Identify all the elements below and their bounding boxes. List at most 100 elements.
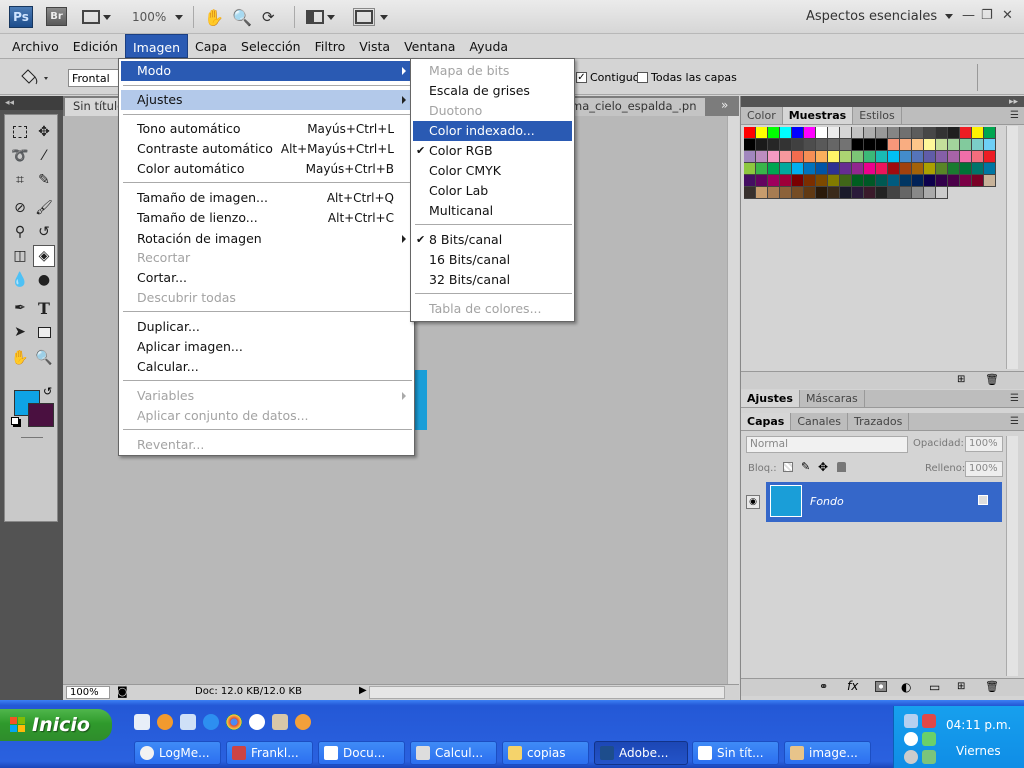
photoshop-logo[interactable]: Ps <box>9 6 33 28</box>
color-swatch[interactable] <box>852 187 864 199</box>
color-swatch[interactable] <box>804 163 816 175</box>
marquee-tool[interactable] <box>9 121 31 143</box>
pen-tool[interactable]: ✒ <box>9 297 31 319</box>
color-swatch[interactable] <box>744 151 756 163</box>
color-swatch[interactable] <box>912 127 924 139</box>
fill-field[interactable]: 100% <box>965 461 1003 477</box>
color-swatch[interactable] <box>840 151 852 163</box>
adjustment-layer-icon[interactable]: ◐ <box>901 680 911 694</box>
document-vertical-scrollbar[interactable] <box>727 116 739 684</box>
color-swatch[interactable] <box>744 163 756 175</box>
color-swatch[interactable] <box>756 151 768 163</box>
color-swatch[interactable] <box>804 139 816 151</box>
opacity-field[interactable]: 100% <box>965 436 1003 452</box>
color-swatch[interactable] <box>900 187 912 199</box>
blend-mode-select[interactable]: Normal <box>746 436 908 453</box>
color-swatch[interactable] <box>888 187 900 199</box>
color-swatch[interactable] <box>948 127 960 139</box>
panel-menu-icon[interactable]: ☰ <box>1010 416 1019 427</box>
color-swatch[interactable] <box>768 187 780 199</box>
clock-time[interactable]: 04:11 p.m. <box>946 718 1011 732</box>
mode-item-color-indexado[interactable]: Color indexado... <box>413 121 572 141</box>
color-swatch[interactable] <box>852 163 864 175</box>
color-swatch[interactable] <box>792 127 804 139</box>
color-swatch[interactable] <box>768 127 780 139</box>
menu-item-ajustes[interactable]: Ajustes <box>121 90 412 110</box>
tray-network-icon[interactable] <box>904 714 918 728</box>
color-swatch[interactable] <box>876 127 888 139</box>
color-swatch[interactable] <box>768 151 780 163</box>
menu-item-duplicar[interactable]: Duplicar... <box>121 317 412 337</box>
color-swatch[interactable] <box>960 139 972 151</box>
color-swatch[interactable] <box>984 163 996 175</box>
color-swatch[interactable] <box>780 163 792 175</box>
color-swatch[interactable] <box>792 187 804 199</box>
color-swatch[interactable] <box>900 151 912 163</box>
color-swatch[interactable] <box>972 163 984 175</box>
tools-panel-header[interactable]: ◂◂ <box>0 96 63 110</box>
color-swatch[interactable] <box>972 151 984 163</box>
menu-filtro[interactable]: Filtro <box>308 34 353 58</box>
color-swatch[interactable] <box>792 151 804 163</box>
color-swatch[interactable] <box>972 139 984 151</box>
crop-tool[interactable]: ⌗ <box>9 169 31 191</box>
swap-colors-icon[interactable]: ↺ <box>43 385 52 398</box>
color-swatch[interactable] <box>924 151 936 163</box>
color-swatch[interactable] <box>900 163 912 175</box>
color-swatch[interactable] <box>852 175 864 187</box>
magic-wand-tool[interactable]: ⁄ <box>33 145 55 167</box>
color-swatch[interactable] <box>744 187 756 199</box>
color-swatch[interactable] <box>888 127 900 139</box>
color-swatch[interactable] <box>744 127 756 139</box>
color-swatch[interactable] <box>876 139 888 151</box>
color-swatch[interactable] <box>876 175 888 187</box>
color-swatch[interactable] <box>828 187 840 199</box>
todas-las-capas-checkbox[interactable]: Todas las capas <box>637 71 737 84</box>
more-tabs-icon[interactable]: » <box>721 98 728 112</box>
color-swatch[interactable] <box>948 175 960 187</box>
color-swatch[interactable] <box>852 127 864 139</box>
color-swatch[interactable] <box>840 187 852 199</box>
color-swatch[interactable] <box>960 163 972 175</box>
minimize-icon[interactable]: — <box>962 8 975 23</box>
taskbar-item-docu[interactable]: Docu... <box>318 741 405 765</box>
menu-item-color-automatico[interactable]: Color automático Mayús+Ctrl+B <box>121 159 412 179</box>
color-swatch[interactable] <box>912 187 924 199</box>
color-swatch[interactable] <box>804 127 816 139</box>
menu-item-cortar[interactable]: Cortar... <box>121 268 412 288</box>
paint-bucket-tool[interactable]: ◈ <box>33 245 55 267</box>
color-swatch[interactable] <box>912 151 924 163</box>
color-swatch[interactable] <box>828 139 840 151</box>
color-swatch[interactable] <box>876 151 888 163</box>
taskbar-item-sin-titulo[interactable]: Sin tít... <box>692 741 779 765</box>
workspace-switcher[interactable]: Aspectos esenciales <box>806 9 954 24</box>
color-swatch[interactable] <box>804 151 816 163</box>
color-swatch[interactable] <box>816 163 828 175</box>
tab-ajustes[interactable]: Ajustes <box>741 390 800 407</box>
color-swatch[interactable] <box>804 175 816 187</box>
color-swatch[interactable] <box>936 139 948 151</box>
hand-tool[interactable]: ✋ <box>9 347 31 369</box>
quicklaunch-media-icon[interactable] <box>249 714 265 730</box>
color-swatch[interactable] <box>888 139 900 151</box>
menu-item-calcular[interactable]: Calcular... <box>121 357 412 377</box>
close-icon[interactable]: ✕ <box>1002 8 1013 23</box>
color-swatch[interactable] <box>840 175 852 187</box>
lock-transparent-icon[interactable] <box>783 462 793 472</box>
layers-scrollbar[interactable] <box>1006 436 1018 676</box>
color-swatch[interactable] <box>948 163 960 175</box>
color-swatch[interactable] <box>864 175 876 187</box>
color-swatch[interactable] <box>960 175 972 187</box>
tray-panda-icon[interactable] <box>904 732 918 746</box>
start-button[interactable]: Inicio <box>0 709 112 741</box>
menu-imagen[interactable]: Imagen <box>124 34 189 58</box>
history-brush-tool[interactable]: ↺ <box>33 221 55 243</box>
mode-item-8-bits[interactable]: ✔ 8 Bits/canal <box>413 230 572 250</box>
tab-color[interactable]: Color <box>741 107 783 124</box>
color-swatch[interactable] <box>912 163 924 175</box>
mode-item-16-bits[interactable]: 16 Bits/canal <box>413 250 572 270</box>
menu-item-aplicar-imagen[interactable]: Aplicar imagen... <box>121 337 412 357</box>
color-swatch[interactable] <box>864 151 876 163</box>
swatches-scrollbar[interactable] <box>1006 126 1018 369</box>
menu-ayuda[interactable]: Ayuda <box>462 34 515 58</box>
